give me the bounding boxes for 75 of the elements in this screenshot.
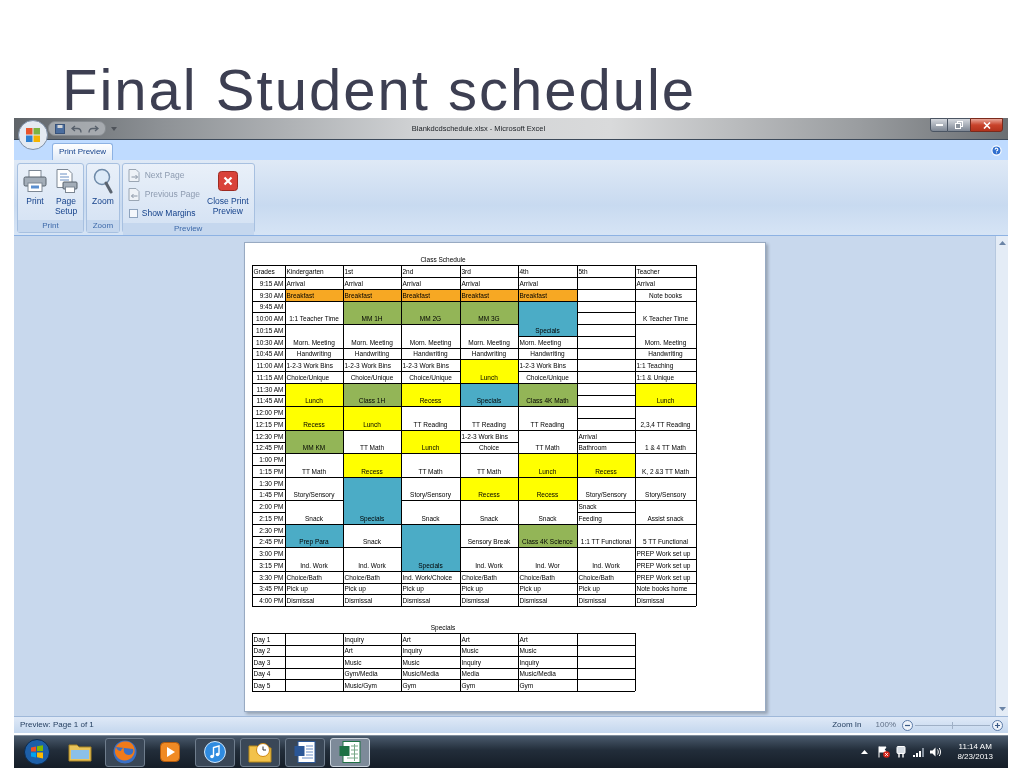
table-cell [577,644,636,656]
redo-icon[interactable] [88,124,99,133]
option-label[interactable]: Show Margins [141,207,196,220]
ribbon-button[interactable]: Page Setup [52,164,80,216]
signal-bars-icon[interactable] [913,747,925,757]
table-cell [577,347,636,360]
taskbar-button[interactable] [285,737,325,767]
page-arrow-icon [127,188,141,201]
magnifier-icon [92,168,113,194]
page-setup-icon [54,169,78,193]
close-icon [982,121,991,129]
start-orb-icon[interactable] [24,739,50,765]
flag-warning-icon[interactable] [878,746,891,758]
table-cell [285,667,344,679]
triangle-up-icon[interactable] [861,750,869,754]
checkbox[interactable] [128,209,138,218]
table-cell [577,324,636,336]
clock-folder-icon [248,741,272,763]
folder-icon [68,742,92,762]
table-cell [577,382,636,395]
save-icon[interactable] [55,123,65,134]
table-cell [577,667,636,679]
table-cell [577,656,636,668]
table-cell [577,371,636,383]
close-button[interactable] [970,118,1003,132]
ribbon-tab[interactable]: Print Preview [52,143,114,160]
undo-icon[interactable] [71,124,82,133]
group-label: Print [18,220,83,232]
spreadsheet-icon [339,741,361,763]
printer-icon [23,170,47,192]
status-text: Preview: Page 1 of 1 [19,719,94,731]
table-cell [285,633,344,645]
table-cell [577,394,636,407]
slide-title: Final Student schedule [62,63,697,117]
table-cell [577,418,636,430]
zoom-level-text: 100% [875,719,896,731]
table-cell [577,277,636,289]
table-cell [577,288,636,301]
music-note-icon [204,741,226,763]
help-icon[interactable] [991,144,1002,156]
table-cell [285,644,344,656]
group-label: Zoom [87,220,119,232]
clock-date[interactable]: 8/23/2013 [957,752,993,762]
restore-button[interactable] [948,118,970,132]
zoom-status-text: Zoom In [832,719,862,731]
speaker-icon[interactable] [930,747,942,757]
ribbon-button[interactable]: Zoom [90,164,116,206]
clock-time[interactable]: 11:14 AM [958,742,992,752]
table-cell [285,656,344,668]
table-cell [577,359,636,371]
table-cell [577,335,636,348]
taskbar-button[interactable] [195,737,235,767]
taskbar-button[interactable] [240,737,280,767]
document-icon [294,741,316,763]
scrollbar[interactable] [995,236,1008,716]
minimize-icon [935,124,943,126]
restore-icon [955,121,963,129]
ribbon-button[interactable]: Close Print Preview [205,164,251,216]
globe-icon [113,740,137,764]
table-cell [577,300,636,313]
table-cell [577,633,636,645]
table-cell [577,406,636,418]
minimize-button[interactable] [930,118,948,132]
table-cell [577,679,636,691]
close-preview-icon [217,171,238,191]
table-cell [577,312,636,324]
page-arrow-icon [127,169,141,182]
scroll-down-arrow-icon[interactable] [998,707,1006,711]
group-label: Preview [122,223,254,235]
ribbon-button[interactable]: Print [21,164,49,206]
zoom-out-icon[interactable] [902,719,913,731]
zoom-in-icon[interactable] [992,719,1003,731]
scroll-up-arrow-icon[interactable] [998,241,1006,245]
device-icon[interactable] [896,746,907,758]
play-icon [160,742,180,762]
